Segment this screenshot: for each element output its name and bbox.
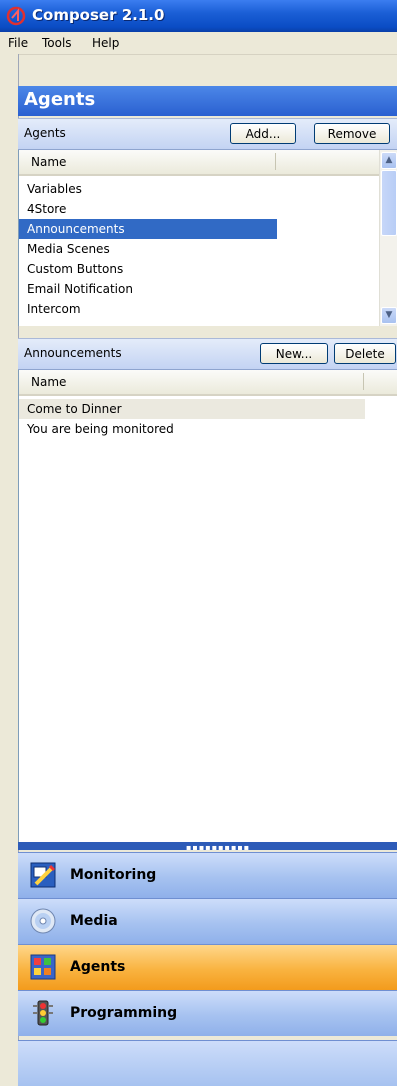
list-item[interactable]: Intercom [19,299,277,319]
nav-label-programming: Programming [70,1005,178,1021]
agents-list-scrollbar[interactable]: ▲ ▼ [379,150,397,326]
menu-bar: File Tools Help [0,32,397,55]
monitoring-icon [30,862,56,888]
menu-help[interactable]: Help [92,36,119,50]
list-item[interactable]: You are being monitored [19,419,365,439]
list-item-selected[interactable]: Announcements [19,219,277,239]
announcements-list[interactable]: Name Come to Dinner You are being monito… [18,370,397,842]
menu-tools[interactable]: Tools [42,36,72,50]
agents-group-bar: Agents Add... Remove [18,118,397,150]
remove-agent-button[interactable]: Remove [314,123,390,144]
media-disc-icon [30,908,56,934]
nav-label-agents: Agents [70,959,126,975]
nav-item-programming[interactable]: Programming [18,990,397,1036]
add-agent-button[interactable]: Add... [230,123,296,144]
nav-label-monitoring: Monitoring [70,867,157,883]
agents-column-name: Name [31,155,67,169]
new-announcement-button[interactable]: New... [260,343,328,364]
pane-header: Agents [18,86,397,116]
title-bar: Composer 2.1.0 [0,0,397,32]
list-item[interactable]: Come to Dinner [19,399,365,419]
announcements-group-label: Announcements [24,346,122,360]
nav-item-agents[interactable]: Agents [18,944,397,990]
list-item[interactable]: Variables [19,179,277,199]
nav-label-media: Media [70,913,118,929]
column-separator [275,153,276,170]
agents-icon [30,954,56,980]
nav-item-monitoring[interactable]: Monitoring [18,852,397,898]
menu-file[interactable]: File [8,36,28,50]
list-item[interactable]: Media Scenes [19,239,277,259]
pane-title: Agents [24,89,96,110]
delete-announcement-button[interactable]: Delete [334,343,396,364]
nav-item-media[interactable]: Media [18,898,397,944]
traffic-light-icon [33,1000,53,1026]
column-separator [363,373,364,390]
nav-splitter-handle[interactable]: ▪▪▪▪▪▪▪▪▪▪ [18,842,397,852]
grip-icon: ▪▪▪▪▪▪▪▪▪▪ [186,843,251,852]
agents-list[interactable]: Name Variables 4Store Announcements Medi… [18,150,397,326]
scroll-down-button[interactable]: ▼ [381,307,397,324]
scroll-up-button[interactable]: ▲ [381,152,397,169]
nav-overflow-bar [18,1040,397,1086]
scroll-thumb[interactable] [381,170,397,236]
list-item[interactable]: Email Notification [19,279,277,299]
announcements-column-header[interactable]: Name [19,370,397,396]
announcements-column-name: Name [31,375,67,389]
app-logo-icon [6,6,26,26]
list-item[interactable]: 4Store [19,199,277,219]
agents-column-header[interactable]: Name [19,150,381,176]
left-dock-strip [0,54,19,1085]
list-item[interactable]: Custom Buttons [19,259,277,279]
announcements-group-bar: Announcements New... Delete [18,338,397,370]
agents-group-label: Agents [24,126,66,140]
window-title: Composer 2.1.0 [32,6,165,24]
